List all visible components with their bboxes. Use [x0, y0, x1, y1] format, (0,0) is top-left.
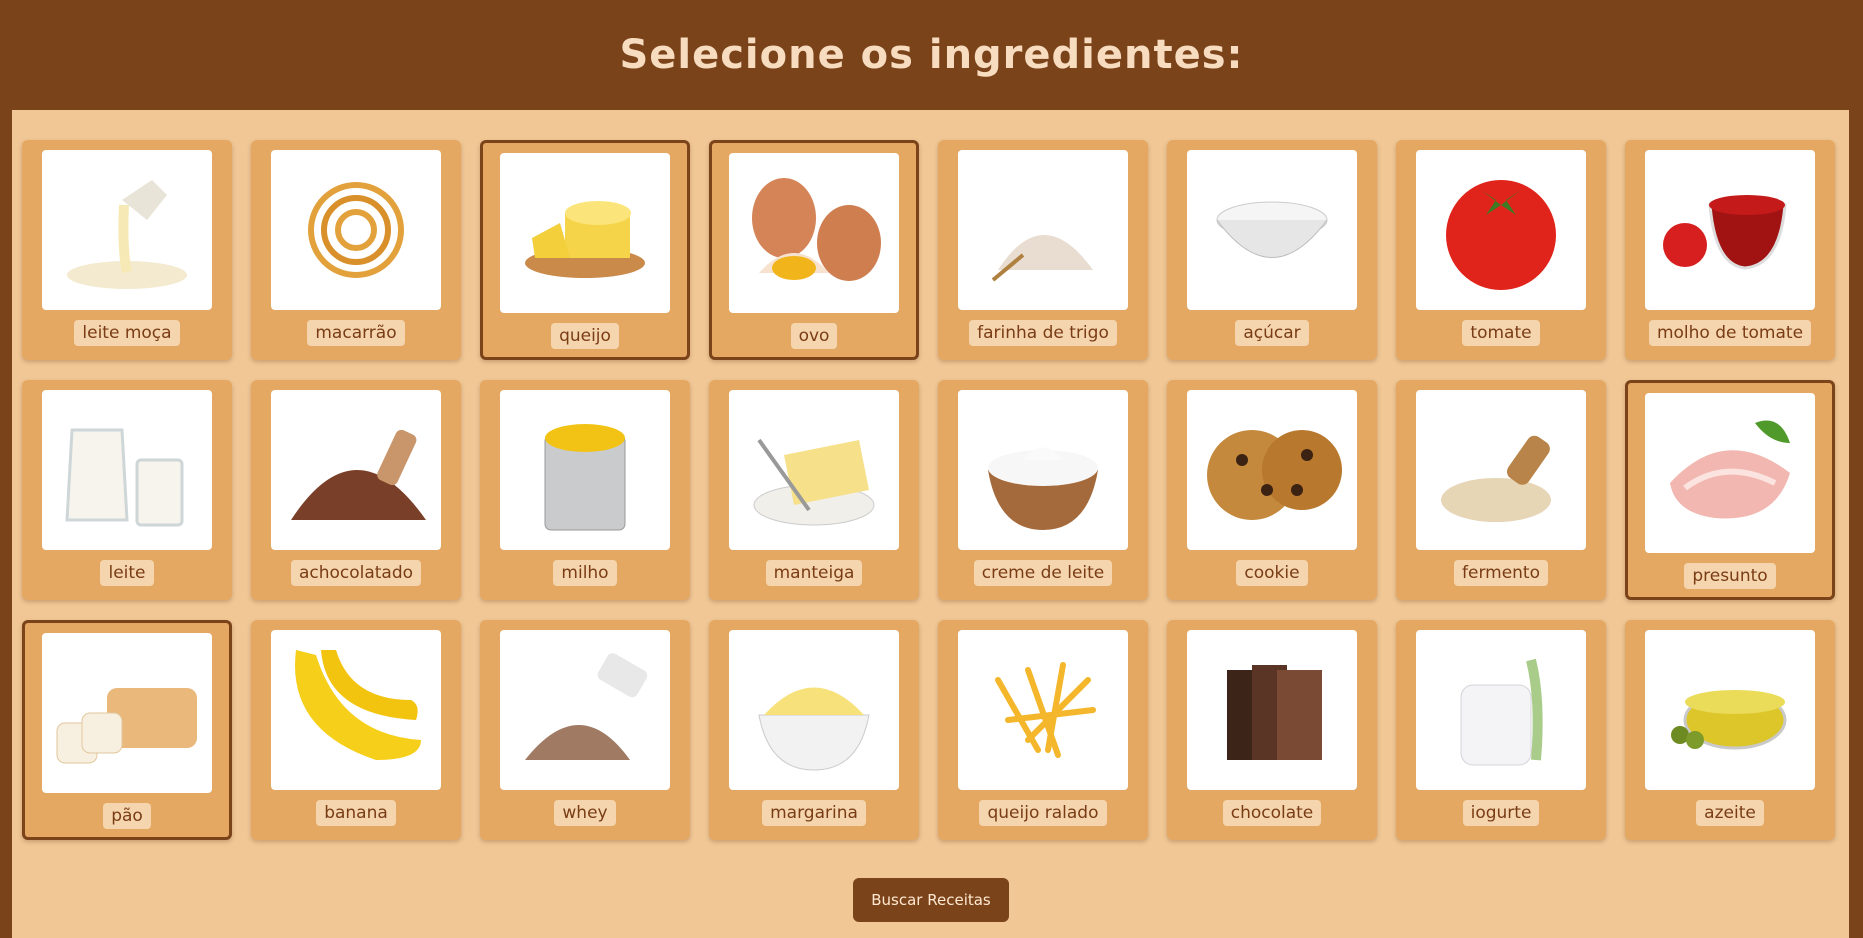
- search-recipes-button[interactable]: Buscar Receitas: [853, 878, 1009, 922]
- ingredient-label: tomate: [1462, 320, 1540, 346]
- cheese-icon: [500, 153, 670, 313]
- ingredient-label: leite moça: [74, 320, 180, 346]
- ingredient-label: queijo: [551, 323, 619, 349]
- ingredient-label: queijo ralado: [979, 800, 1107, 826]
- ingredient-label: manteiga: [765, 560, 863, 586]
- condensed-milk-icon: [42, 150, 212, 310]
- ingredient-label: fermento: [1454, 560, 1548, 586]
- ingredient-card[interactable]: macarrão: [251, 140, 461, 360]
- ingredients-panel: leite moça macarrão queijo ovo farinha de tr…: [12, 110, 1849, 938]
- ingredient-label: cookie: [1236, 560, 1308, 586]
- ingredient-label: açúcar: [1235, 320, 1309, 346]
- ingredient-card[interactable]: queijo ralado: [938, 620, 1148, 840]
- cream-icon: [958, 390, 1128, 550]
- ingredient-label: iogurte: [1462, 800, 1540, 826]
- yogurt-icon: [1416, 630, 1586, 790]
- ingredient-label: pão: [103, 803, 151, 829]
- ingredient-label: margarina: [762, 800, 866, 826]
- grated-cheese-icon: [958, 630, 1128, 790]
- ingredient-card[interactable]: manteiga: [709, 380, 919, 600]
- ingredient-label: creme de leite: [973, 560, 1113, 586]
- egg-icon: [729, 153, 899, 313]
- corn-can-icon: [500, 390, 670, 550]
- page-header: Selecione os ingredientes:: [0, 0, 1863, 110]
- ingredient-label: farinha de trigo: [969, 320, 1117, 346]
- ingredient-card[interactable]: molho de tomate: [1625, 140, 1835, 360]
- ham-icon: [1645, 393, 1815, 553]
- ingredient-card[interactable]: pão: [22, 620, 232, 840]
- flour-icon: [958, 150, 1128, 310]
- ingredient-card[interactable]: banana: [251, 620, 461, 840]
- ingredient-label: molho de tomate: [1648, 320, 1812, 346]
- ingredients-grid: leite moça macarrão queijo ovo farinha de tr…: [22, 140, 1835, 840]
- ingredient-card[interactable]: açúcar: [1167, 140, 1377, 360]
- ingredient-card[interactable]: presunto: [1625, 380, 1835, 600]
- bread-icon: [42, 633, 212, 793]
- ingredient-label: ovo: [790, 323, 838, 349]
- ingredient-card[interactable]: ovo: [709, 140, 919, 360]
- ingredient-card[interactable]: azeite: [1625, 620, 1835, 840]
- ingredient-label: whey: [554, 800, 616, 826]
- page-title: Selecione os ingredientes:: [619, 32, 1244, 78]
- ingredient-label: presunto: [1684, 563, 1776, 589]
- cookie-icon: [1187, 390, 1357, 550]
- ingredient-card[interactable]: achocolatado: [251, 380, 461, 600]
- ingredient-card[interactable]: leite moça: [22, 140, 232, 360]
- ingredient-label: milho: [553, 560, 617, 586]
- ingredient-card[interactable]: leite: [22, 380, 232, 600]
- ingredient-card[interactable]: milho: [480, 380, 690, 600]
- ingredient-label: achocolatado: [290, 560, 422, 586]
- olive-oil-icon: [1645, 630, 1815, 790]
- margarine-icon: [729, 630, 899, 790]
- sugar-icon: [1187, 150, 1357, 310]
- tomato-sauce-icon: [1645, 150, 1815, 310]
- chocolate-bar-icon: [1187, 630, 1357, 790]
- butter-icon: [729, 390, 899, 550]
- ingredient-card[interactable]: creme de leite: [938, 380, 1148, 600]
- ingredient-card[interactable]: fermento: [1396, 380, 1606, 600]
- ingredient-label: banana: [316, 800, 396, 826]
- ingredient-label: chocolate: [1222, 800, 1322, 826]
- ingredient-card[interactable]: cookie: [1167, 380, 1377, 600]
- ingredient-card[interactable]: whey: [480, 620, 690, 840]
- ingredient-card[interactable]: margarina: [709, 620, 919, 840]
- ingredient-card[interactable]: iogurte: [1396, 620, 1606, 840]
- pasta-icon: [271, 150, 441, 310]
- yeast-icon: [1416, 390, 1586, 550]
- ingredient-label: leite: [100, 560, 154, 586]
- ingredient-card[interactable]: tomate: [1396, 140, 1606, 360]
- banana-icon: [271, 630, 441, 790]
- chocolate-powder-icon: [271, 390, 441, 550]
- whey-icon: [500, 630, 670, 790]
- tomato-icon: [1416, 150, 1586, 310]
- ingredient-card[interactable]: queijo: [480, 140, 690, 360]
- ingredient-card[interactable]: chocolate: [1167, 620, 1377, 840]
- ingredient-label: azeite: [1696, 800, 1764, 826]
- ingredient-label: macarrão: [307, 320, 405, 346]
- milk-icon: [42, 390, 212, 550]
- ingredient-card[interactable]: farinha de trigo: [938, 140, 1148, 360]
